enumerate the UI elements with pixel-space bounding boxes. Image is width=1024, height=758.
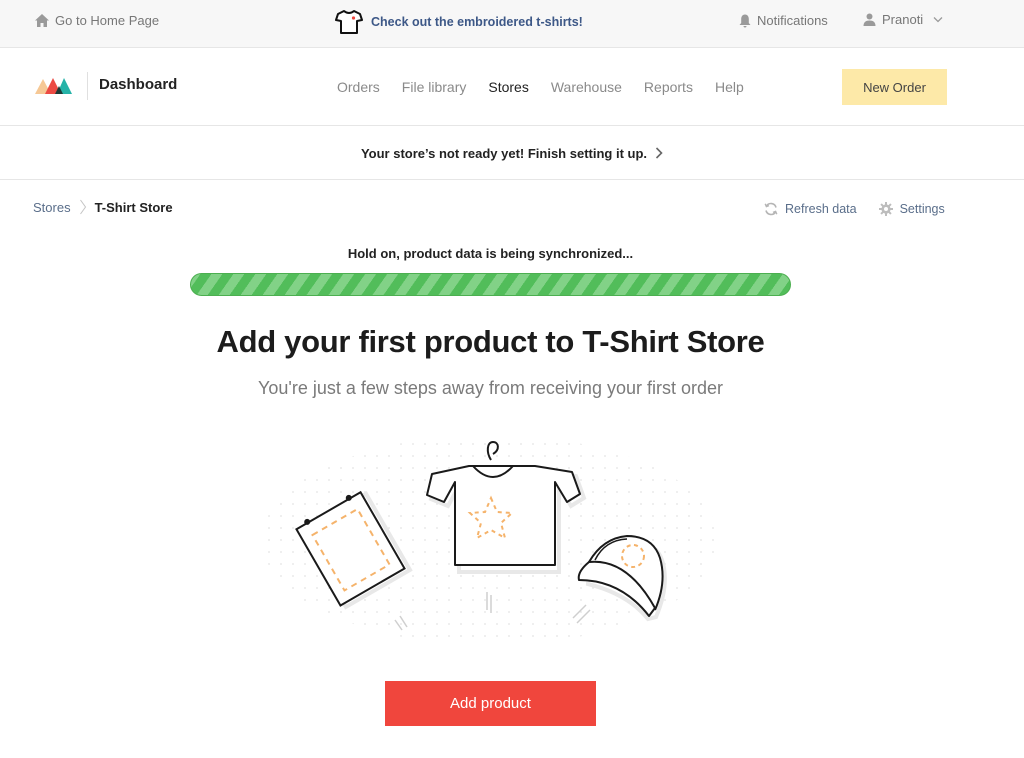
breadcrumb-separator-icon xyxy=(79,199,86,215)
page-subtitle: You're just a few steps away from receiv… xyxy=(258,378,723,398)
logo[interactable] xyxy=(35,76,73,94)
notifications-button[interactable]: Notifications xyxy=(739,13,828,28)
breadcrumb-current: T-Shirt Store xyxy=(94,199,173,215)
breadcrumb-stores[interactable]: Stores xyxy=(33,200,71,215)
gear-icon xyxy=(878,202,893,216)
promo-label: Check out the embroidered t-shirts! xyxy=(371,15,583,29)
sync-progress-fill xyxy=(191,274,790,295)
chevron-down-icon xyxy=(933,17,943,23)
sync-progress-bar xyxy=(190,273,791,296)
user-icon xyxy=(863,13,876,26)
refresh-data-label: Refresh data xyxy=(785,202,857,216)
nav-help[interactable]: Help xyxy=(715,79,744,95)
nav-stores[interactable]: Stores xyxy=(488,79,528,95)
home-page-link[interactable]: Go to Home Page xyxy=(35,13,159,28)
dashboard-title[interactable]: Dashboard xyxy=(99,76,177,93)
refresh-icon xyxy=(764,202,778,216)
notifications-label: Notifications xyxy=(757,13,828,28)
home-icon xyxy=(35,14,49,27)
add-product-button[interactable]: Add product xyxy=(385,681,596,726)
sync-status-message: Hold on, product data is being synchroni… xyxy=(347,246,634,261)
nav-file-library[interactable]: File library xyxy=(402,79,467,95)
promo-link[interactable]: Check out the embroidered t-shirts! xyxy=(335,9,583,35)
home-page-label: Go to Home Page xyxy=(55,13,160,28)
store-setup-text: Your store’s not ready yet! Finish setti… xyxy=(360,145,648,161)
user-menu[interactable]: Pranoti xyxy=(863,12,943,27)
new-order-button[interactable]: New Order xyxy=(842,69,947,105)
logo-divider xyxy=(87,72,88,100)
chevron-right-icon xyxy=(655,147,663,159)
page-title: Add your first product to T-Shirt Store xyxy=(216,324,765,359)
breadcrumb: Stores T-Shirt Store xyxy=(33,199,173,215)
products-illustration xyxy=(262,435,718,645)
nav-links: Orders File library Stores Warehouse Rep… xyxy=(337,79,766,95)
tshirt-icon xyxy=(335,10,363,34)
top-utility-bar: Go to Home Page Check out the embroidere… xyxy=(0,0,1024,48)
main-navigation: Dashboard Orders File library Stores War… xyxy=(0,49,1024,126)
bell-icon xyxy=(739,14,751,27)
nav-warehouse[interactable]: Warehouse xyxy=(551,79,622,95)
nav-reports[interactable]: Reports xyxy=(644,79,693,95)
store-setup-banner[interactable]: Your store’s not ready yet! Finish setti… xyxy=(0,127,1024,180)
store-actions: Refresh data Settings xyxy=(764,202,945,216)
settings-label: Settings xyxy=(899,202,945,216)
user-name: Pranoti xyxy=(882,12,924,27)
nav-orders[interactable]: Orders xyxy=(337,79,380,95)
refresh-data-button[interactable]: Refresh data xyxy=(764,202,857,216)
settings-button[interactable]: Settings xyxy=(878,202,945,216)
